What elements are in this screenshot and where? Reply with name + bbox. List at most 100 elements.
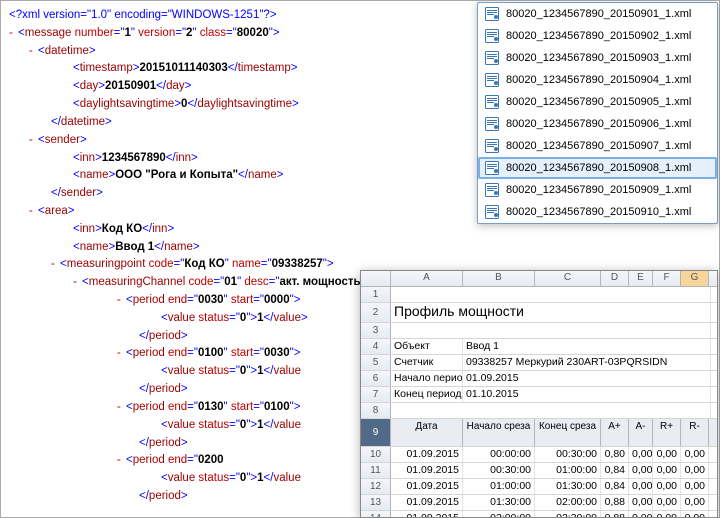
cell[interactable]: 0,00 <box>681 495 709 510</box>
cell[interactable]: 01.09.2015 <box>391 495 463 510</box>
cell[interactable]: 01:30:00 <box>463 495 535 510</box>
cell[interactable]: 02:00:00 <box>535 495 601 510</box>
col-header[interactable]: D <box>601 271 629 286</box>
cell[interactable]: 0,00 <box>681 463 709 478</box>
collapse-icon[interactable]: - <box>73 276 79 288</box>
cell[interactable]: 0,00 <box>681 447 709 462</box>
cell[interactable]: 01:30:00 <box>535 479 601 494</box>
row-header[interactable]: 13 <box>361 495 391 510</box>
collapse-icon[interactable]: - <box>117 401 123 413</box>
table-header: A- <box>629 419 653 446</box>
table-header: R- <box>681 419 709 446</box>
file-name: 80020_1234567890_20150906_1.xml <box>506 118 691 130</box>
table-header: Дата <box>391 419 463 446</box>
cell[interactable]: 02:30:00 <box>535 511 601 518</box>
row-header[interactable]: 9 <box>361 419 391 446</box>
cell[interactable]: 0,00 <box>681 479 709 494</box>
file-name: 80020_1234567890_20150908_1.xml <box>506 162 691 174</box>
cell[interactable]: 0,84 <box>601 479 629 494</box>
column-headers: ABCDEFG <box>361 271 717 287</box>
cell[interactable]: 0,00 <box>629 479 653 494</box>
file-row[interactable]: 80020_1234567890_20150904_1.xml <box>478 69 717 91</box>
collapse-icon[interactable]: - <box>29 205 35 217</box>
row-header[interactable]: 2 <box>361 303 391 322</box>
cell[interactable]: 01.09.2015 <box>391 463 463 478</box>
file-name: 80020_1234567890_20150910_1.xml <box>506 206 691 218</box>
file-row[interactable]: 80020_1234567890_20150907_1.xml <box>478 135 717 157</box>
collapse-icon[interactable]: - <box>29 134 35 146</box>
cell[interactable]: 0,80 <box>601 447 629 462</box>
sheet-row: 7Конец периода01.10.2015 <box>361 387 717 403</box>
row-header[interactable]: 12 <box>361 479 391 494</box>
file-row[interactable]: 80020_1234567890_20150901_1.xml <box>478 3 717 25</box>
value: 01.10.2015 <box>463 387 711 402</box>
row-header[interactable]: 14 <box>361 511 391 518</box>
row-header[interactable]: 11 <box>361 463 391 478</box>
sheet-row: 4ОбъектВвод 1 <box>361 339 717 355</box>
cell[interactable]: 00:30:00 <box>535 447 601 462</box>
row-header[interactable]: 10 <box>361 447 391 462</box>
cell[interactable]: 0,00 <box>653 447 681 462</box>
cell[interactable]: 0,00 <box>629 511 653 518</box>
cell[interactable]: 00:30:00 <box>463 463 535 478</box>
collapse-icon[interactable]: - <box>9 27 15 39</box>
cell[interactable]: 02:00:00 <box>463 511 535 518</box>
cell[interactable]: 0,00 <box>653 495 681 510</box>
cell[interactable]: 0,00 <box>629 495 653 510</box>
collapse-icon[interactable]: - <box>117 347 123 359</box>
xml-file-icon <box>484 116 500 132</box>
file-row[interactable]: 80020_1234567890_20150903_1.xml <box>478 47 717 69</box>
row-header[interactable]: 4 <box>361 339 391 354</box>
col-header[interactable]: E <box>629 271 653 286</box>
collapse-icon[interactable]: - <box>117 454 123 466</box>
col-header[interactable]: A <box>391 271 463 286</box>
row-header[interactable]: 1 <box>361 287 391 302</box>
file-row[interactable]: 80020_1234567890_20150910_1.xml <box>478 201 717 223</box>
file-row[interactable]: 80020_1234567890_20150908_1.xml <box>478 157 717 179</box>
row-header[interactable]: 5 <box>361 355 391 370</box>
sheet-row: 1001.09.201500:00:0000:30:000,800,000,00… <box>361 447 717 463</box>
xml-file-icon <box>484 138 500 154</box>
col-header[interactable]: C <box>535 271 601 286</box>
cell[interactable]: 01:00:00 <box>463 479 535 494</box>
file-list-body[interactable]: 80020_1234567890_20150901_1.xml80020_123… <box>478 3 717 223</box>
sheet-row: 1101.09.201500:30:0001:00:000,840,000,00… <box>361 463 717 479</box>
cell[interactable]: 00:00:00 <box>463 447 535 462</box>
table-header: Конец среза <box>535 419 601 446</box>
cell[interactable]: 01.09.2015 <box>391 511 463 518</box>
sheet-title: Профиль мощности <box>391 303 711 322</box>
collapse-icon[interactable]: - <box>51 258 57 270</box>
file-row[interactable]: 80020_1234567890_20150909_1.xml <box>478 179 717 201</box>
table-header: Начало среза <box>463 419 535 446</box>
cell[interactable]: 01:00:00 <box>535 463 601 478</box>
xml-file-icon <box>484 160 500 176</box>
file-row[interactable]: 80020_1234567890_20150906_1.xml <box>478 113 717 135</box>
file-row[interactable]: 80020_1234567890_20150902_1.xml <box>478 25 717 47</box>
xml-file-icon <box>484 204 500 220</box>
select-all-corner[interactable] <box>361 271 391 286</box>
cell[interactable]: 01.09.2015 <box>391 447 463 462</box>
col-header[interactable]: G <box>681 271 709 286</box>
cell[interactable]: 01.09.2015 <box>391 479 463 494</box>
collapse-icon[interactable]: - <box>29 45 35 57</box>
cell[interactable]: 0,88 <box>601 511 629 518</box>
sheet-row: 5Счетчик09338257 Меркурий 230ART-03PQRSI… <box>361 355 717 371</box>
col-header[interactable]: B <box>463 271 535 286</box>
row-header[interactable]: 7 <box>361 387 391 402</box>
cell[interactable]: 0,00 <box>629 447 653 462</box>
cell[interactable]: 0,00 <box>653 463 681 478</box>
collapse-icon[interactable]: - <box>117 294 123 306</box>
sheet-row: 1301.09.201501:30:0002:00:000,880,000,00… <box>361 495 717 511</box>
file-row[interactable]: 80020_1234567890_20150905_1.xml <box>478 91 717 113</box>
cell[interactable]: 0,00 <box>653 511 681 518</box>
col-header[interactable]: F <box>653 271 681 286</box>
cell[interactable]: 0,00 <box>681 511 709 518</box>
row-header[interactable]: 8 <box>361 403 391 418</box>
row-header[interactable]: 3 <box>361 323 391 338</box>
row-header[interactable]: 6 <box>361 371 391 386</box>
cell[interactable]: 0,84 <box>601 463 629 478</box>
cell[interactable]: 0,88 <box>601 495 629 510</box>
cell[interactable]: 0,00 <box>629 463 653 478</box>
cell[interactable]: 0,00 <box>653 479 681 494</box>
table-header: R+ <box>653 419 681 446</box>
